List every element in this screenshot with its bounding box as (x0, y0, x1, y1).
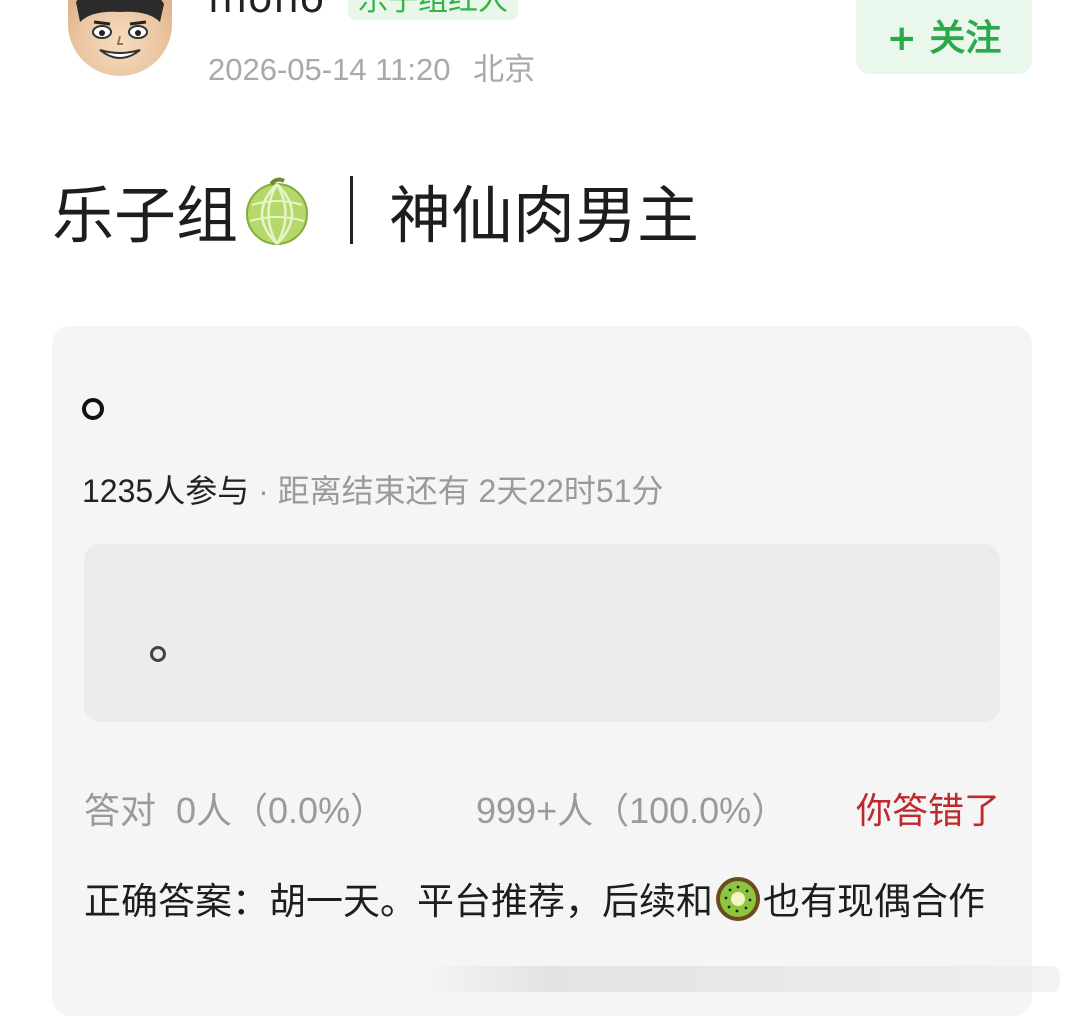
option-text (150, 646, 166, 662)
stats-separator: · (258, 473, 269, 509)
post-title: 乐子组 神仙肉男主 (52, 168, 699, 252)
quiz-result: 答对 0人（0.0%） 999+人（100.0%） 你答错了 (84, 782, 1024, 834)
location: 北京 (473, 52, 536, 87)
avatar[interactable] (68, 0, 172, 76)
melon-icon (246, 177, 309, 245)
result-label: 你答错了 (856, 790, 1001, 831)
quiz-card: 1235人参与 · 距离结束还有 2天22时51分 答对 0人（0.0%） 99… (52, 326, 1032, 1016)
post-meta: 2026-05-14 11:20 北京 (208, 44, 535, 89)
answer-prefix: 正确答案：胡一天。平台推荐，后续和 (84, 880, 713, 923)
question-text (82, 398, 104, 420)
avatar-cartoon-face-icon (76, 0, 164, 59)
participant-count: 1235人参与 (82, 473, 250, 509)
username[interactable]: mono (208, 0, 325, 22)
answer-suffix: 也有现偶合作 (763, 880, 985, 923)
quiz-stats: 1235人参与 · 距离结束还有 2天22时51分 (82, 466, 664, 512)
title-divider (350, 176, 354, 244)
timestamp: 2026-05-14 11:20 (208, 52, 451, 87)
group-name[interactable]: 乐子组 (52, 165, 238, 255)
correct-answer: 正确答案：胡一天。平台推荐，后续和 也有现偶合作 (84, 874, 1014, 930)
countdown: 距离结束还有 2天22时51分 (277, 473, 664, 509)
watermark (420, 966, 1060, 992)
wrong-stat: 999+人（100.0%） (476, 790, 788, 831)
correct-stat: 答对 0人（0.0%） (84, 790, 387, 831)
answer-option[interactable] (84, 544, 1000, 722)
topic-title: 神仙肉男主 (389, 179, 700, 252)
follow-button[interactable]: + 关注 (856, 0, 1032, 74)
kiwi-icon (716, 877, 760, 921)
user-badge: 乐子组红人 (348, 0, 518, 20)
